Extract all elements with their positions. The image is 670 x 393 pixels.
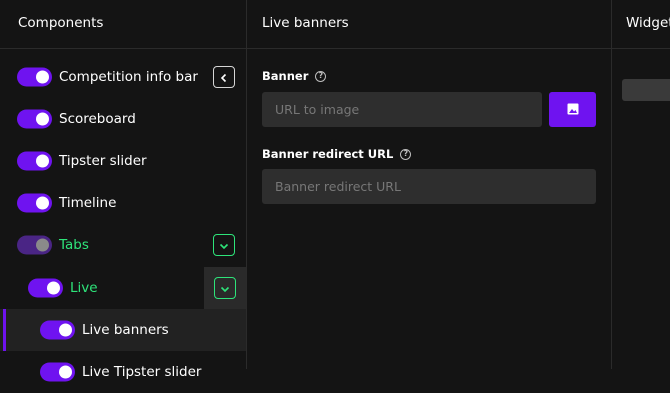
toggle-live-tipster-slider[interactable]	[40, 362, 75, 382]
component-item-scoreboard[interactable]: Scoreboard	[0, 98, 246, 140]
expand-tabs-button[interactable]	[213, 234, 235, 256]
banner-url-input[interactable]	[262, 92, 542, 127]
redirect-url-input[interactable]	[262, 169, 596, 204]
component-label: Tipster slider	[59, 153, 147, 169]
collapse-panel-button[interactable]	[213, 66, 235, 88]
upload-image-button[interactable]	[549, 92, 596, 127]
component-label: Live Tipster slider	[82, 364, 202, 380]
chevron-down-icon	[219, 236, 229, 255]
components-panel: Components Competition info bar Scoreboa…	[0, 0, 246, 382]
expand-live-button[interactable]	[214, 277, 236, 299]
widget-placeholder[interactable]	[622, 79, 670, 101]
toggle-tabs[interactable]	[17, 235, 52, 255]
chevron-left-icon	[219, 68, 229, 87]
component-item-live-tipster-slider[interactable]: Live Tipster slider	[0, 351, 246, 393]
redirect-label: Banner redirect URL ?	[262, 147, 412, 161]
component-item-live-banners[interactable]: Live banners	[0, 309, 246, 351]
header-divider	[247, 48, 611, 49]
component-label: Live banners	[82, 322, 169, 338]
component-item-competition-info-bar[interactable]: Competition info bar	[0, 56, 246, 98]
component-label: Competition info bar	[59, 69, 198, 85]
toggle-live[interactable]	[28, 278, 63, 298]
settings-panel: Live banners Banner ? Banner redirect UR…	[247, 0, 611, 369]
component-label: Tabs	[59, 237, 89, 253]
toggle-tipster-slider[interactable]	[17, 151, 52, 171]
active-indicator	[3, 309, 6, 351]
redirect-label-text: Banner redirect URL	[262, 147, 394, 161]
component-label: Timeline	[59, 195, 117, 211]
toggle-live-banners[interactable]	[40, 320, 75, 340]
banner-label-text: Banner	[262, 69, 309, 83]
header-divider	[0, 48, 246, 49]
help-icon[interactable]: ?	[400, 148, 412, 160]
toggle-competition-info-bar[interactable]	[17, 67, 52, 87]
help-icon[interactable]: ?	[315, 70, 327, 82]
toggle-timeline[interactable]	[17, 193, 52, 213]
toggle-scoreboard[interactable]	[17, 109, 52, 129]
component-item-tabs[interactable]: Tabs	[0, 224, 246, 266]
components-title: Components	[18, 15, 104, 31]
header-divider	[612, 48, 670, 49]
component-item-timeline[interactable]: Timeline	[0, 182, 246, 224]
widgets-panel: Widget	[612, 0, 670, 369]
component-label: Scoreboard	[59, 111, 136, 127]
banner-label: Banner ?	[262, 69, 327, 83]
component-label: Live	[70, 280, 98, 296]
settings-title: Live banners	[262, 15, 349, 31]
chevron-down-icon	[220, 279, 230, 298]
image-icon	[567, 100, 579, 119]
component-item-live[interactable]: Live	[0, 267, 246, 309]
component-item-tipster-slider[interactable]: Tipster slider	[0, 140, 246, 182]
widgets-title: Widget	[626, 15, 670, 31]
